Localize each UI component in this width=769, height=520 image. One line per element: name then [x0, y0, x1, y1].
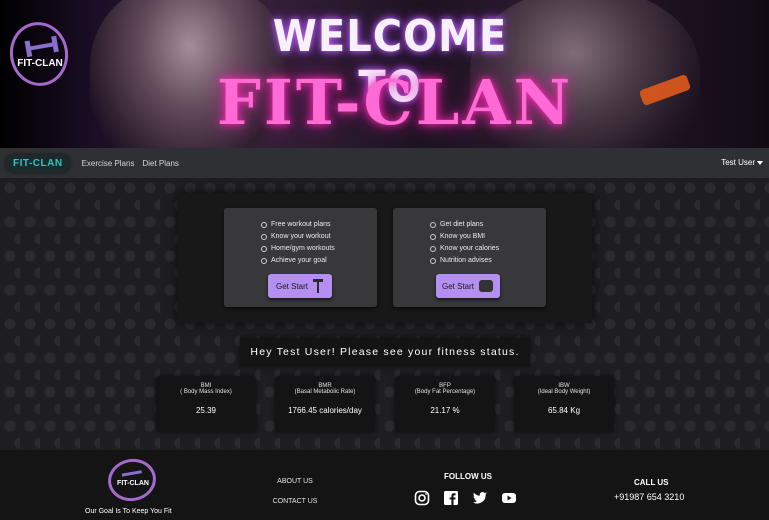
hero-brand-text: FIT-CLAN	[216, 66, 574, 139]
nav-link-exercise-plans[interactable]: Exercise Plans	[82, 159, 135, 168]
metric-value: 1766.45 calories/day	[288, 406, 362, 415]
list-item: Free workout plans	[261, 219, 335, 231]
footer: FIT-CLAN Our Goal Is To Keep You Fit ABO…	[0, 450, 769, 520]
chevron-down-icon	[757, 160, 763, 165]
navbar: FIT-CLAN Exercise Plans Diet Plans Test …	[0, 148, 769, 178]
youtube-icon[interactable]	[501, 490, 517, 506]
exercise-plan-card: Free workout plans Know your workout Hom…	[224, 208, 377, 307]
metric-desc: ( Body Mass Index)	[180, 389, 232, 395]
nav-link-diet-plans[interactable]: Diet Plans	[142, 159, 178, 168]
fitness-status-greeting: Hey Test User! Please see your fitness s…	[240, 338, 530, 366]
button-label: Get Start	[275, 281, 308, 291]
list-item: Know your workout	[261, 231, 335, 243]
plans-panel: Free workout plans Know your workout Hom…	[178, 193, 592, 323]
diet-get-start-button[interactable]: Get Start	[436, 274, 500, 298]
scale-icon	[478, 278, 494, 294]
footer-logo-text: FIT-CLAN	[117, 480, 149, 487]
metric-desc: (Body Fat Percentage)	[414, 389, 476, 395]
follow-heading: FOLLOW US	[444, 472, 492, 481]
logo-text: FIT-CLAN	[17, 58, 63, 69]
metric-card-bfp: BFP (Body Fat Percentage) 21.17 %	[395, 376, 495, 432]
metric-value: 65.84 Kg	[547, 406, 581, 415]
facebook-icon[interactable]	[443, 490, 459, 506]
exercise-get-start-button[interactable]: Get Start	[268, 274, 332, 298]
footer-link-about[interactable]: ABOUT US	[260, 478, 330, 485]
metric-card-bmi: BMI ( Body Mass Index) 25.39	[156, 376, 256, 432]
metric-desc: (Ideal Body Weight)	[537, 389, 591, 395]
button-label: Get Start	[441, 281, 474, 291]
main-content: Free workout plans Know your workout Hom…	[0, 178, 769, 450]
list-item: Achieve your goal	[261, 255, 335, 267]
footer-tagline: Our Goal Is To Keep You Fit	[85, 508, 172, 515]
exercise-features-list: Free workout plans Know your workout Hom…	[261, 219, 335, 267]
list-item: Nutrition advises	[430, 255, 499, 267]
diet-features-list: Get diet plans Know you BMI Know your ca…	[430, 219, 499, 267]
metric-card-bmr: BMR (Basal Metabolic Rate) 1766.45 calor…	[275, 376, 375, 432]
user-dropdown[interactable]: Test User	[721, 158, 763, 167]
instagram-icon[interactable]	[414, 490, 430, 506]
metric-value: 21.17 %	[430, 406, 460, 415]
logo-icon[interactable]	[4, 17, 74, 91]
user-name: Test User	[721, 158, 755, 167]
navbar-brand[interactable]: FIT-CLAN	[6, 154, 70, 172]
list-item: Get diet plans	[430, 219, 499, 231]
call-heading: CALL US	[634, 478, 669, 487]
metric-card-ibw: IBW (Ideal Body Weight) 65.84 Kg	[514, 376, 614, 432]
footer-link-contact[interactable]: CONTACT US	[260, 498, 330, 505]
phone-number[interactable]: +91987 654 3210	[614, 492, 684, 502]
list-item: Home/gym workouts	[261, 243, 335, 255]
hero-banner: WELCOME TO FIT-CLAN FIT-CLAN	[0, 0, 769, 148]
diet-plan-card: Get diet plans Know you BMI Know your ca…	[393, 208, 546, 307]
metric-desc: (Basal Metabolic Rate)	[294, 389, 356, 395]
metric-value: 25.39	[195, 406, 217, 415]
dumbbell-icon	[312, 278, 324, 294]
list-item: Know you BMI	[430, 231, 499, 243]
twitter-icon[interactable]	[472, 490, 488, 506]
list-item: Know your calories	[430, 243, 499, 255]
